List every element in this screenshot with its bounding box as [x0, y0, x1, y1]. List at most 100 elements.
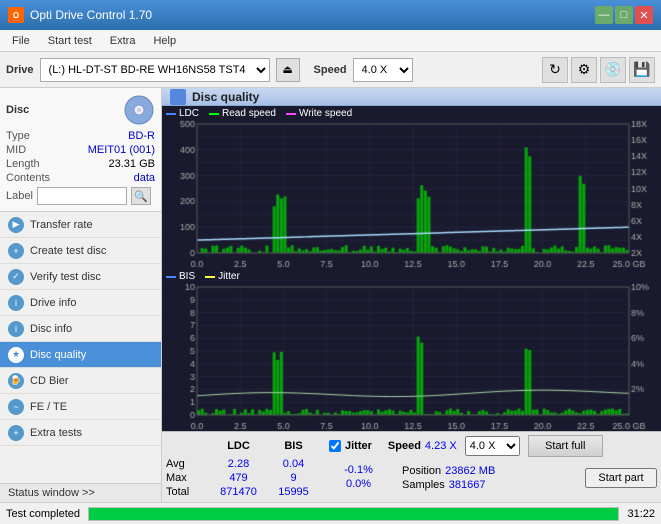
label-input[interactable] — [37, 187, 127, 205]
write-speed-legend-label: Write speed — [299, 108, 352, 119]
nav-drive-info[interactable]: i Drive info — [0, 290, 161, 316]
samples-row: Samples 381667 — [402, 478, 495, 492]
disc-info-icon: i — [8, 321, 24, 337]
menu-file[interactable]: File — [4, 33, 38, 49]
verify-test-disc-icon: ✓ — [8, 269, 24, 285]
ldc-total: 871470 — [211, 485, 266, 499]
speed-select[interactable]: 4.0 X — [353, 58, 413, 82]
ldc-legend-label: LDC — [179, 108, 199, 119]
write-speed-legend: Write speed — [286, 108, 352, 119]
status-bar: Test completed 31:22 — [0, 502, 661, 524]
nav-extra-tests[interactable]: + Extra tests — [0, 420, 161, 446]
bis-max: 9 — [266, 471, 321, 485]
menu-help[interactable]: Help — [145, 33, 184, 49]
stat-col-empty — [166, 440, 211, 452]
jitter-checkbox[interactable] — [329, 440, 341, 452]
nav-drive-info-label: Drive info — [30, 297, 76, 309]
read-speed-legend-label: Read speed — [222, 108, 276, 119]
max-row-label: Max — [166, 471, 211, 485]
speed-display: Speed 4.23 X — [388, 440, 457, 452]
ldc-legend: LDC — [166, 108, 199, 119]
save-icon[interactable]: 💾 — [629, 57, 655, 83]
type-label: Type — [6, 130, 30, 142]
disc-length-row: Length 23.31 GB — [6, 158, 155, 170]
row-labels: Avg Max Total — [166, 457, 211, 499]
jitter-label: Jitter — [345, 440, 372, 452]
minimize-button[interactable]: — — [595, 6, 613, 24]
avg-speed-value: 4.23 X — [425, 440, 457, 452]
read-speed-legend-dot — [209, 113, 219, 115]
position-value: 23862 MB — [445, 465, 495, 477]
nav-create-test-disc[interactable]: + Create test disc — [0, 238, 161, 264]
ldc-chart-canvas — [162, 106, 661, 269]
nav-disc-quality-label: Disc quality — [30, 349, 86, 361]
eject-button[interactable]: ⏏ — [276, 58, 300, 82]
nav-disc-info-label: Disc info — [30, 323, 72, 335]
stats-panel: LDC BIS Jitter Speed 4.23 X 4.0 X Start — [162, 431, 661, 502]
write-speed-legend-dot — [286, 113, 296, 115]
disc-icon[interactable]: 💿 — [600, 57, 626, 83]
status-window-button[interactable]: Status window >> — [0, 483, 161, 502]
disc-quality-icon: ★ — [8, 347, 24, 363]
title-bar: O Opti Drive Control 1.70 — □ ✕ — [0, 0, 661, 30]
nav-create-test-disc-label: Create test disc — [30, 245, 106, 257]
drive-toolbar: Drive (L:) HL-DT-ST BD-RE WH16NS58 TST4 … — [0, 52, 661, 88]
bis-header: BIS — [266, 440, 321, 452]
main-layout: Disc Type BD-R MID MEIT01 (001) Length 2… — [0, 88, 661, 502]
disc-image-icon — [123, 94, 155, 126]
label-label: Label — [6, 190, 33, 202]
bis-legend-label: BIS — [179, 271, 195, 282]
nav-transfer-rate-label: Transfer rate — [30, 219, 93, 231]
drive-info-icon: i — [8, 295, 24, 311]
start-part-button[interactable]: Start part — [585, 468, 657, 488]
bis-chart-canvas — [162, 269, 661, 431]
drive-select[interactable]: (L:) HL-DT-ST BD-RE WH16NS58 TST4 — [40, 58, 270, 82]
ldc-header: LDC — [211, 440, 266, 452]
samples-value: 381667 — [449, 479, 486, 491]
app-title: Opti Drive Control 1.70 — [30, 8, 152, 22]
type-value: BD-R — [128, 130, 155, 142]
nav-verify-test-disc-label: Verify test disc — [30, 271, 101, 283]
position-row: Position 23862 MB — [402, 464, 495, 478]
length-label: Length — [6, 158, 40, 170]
settings-icon[interactable]: ⚙ — [571, 57, 597, 83]
nav-transfer-rate[interactable]: ▶ Transfer rate — [0, 212, 161, 238]
menu-bar: File Start test Extra Help — [0, 30, 661, 52]
nav-disc-quality[interactable]: ★ Disc quality — [0, 342, 161, 368]
contents-label: Contents — [6, 172, 50, 184]
refresh-icon[interactable]: ↻ — [542, 57, 568, 83]
charts-area: LDC Read speed Write speed — [162, 106, 661, 431]
nav-disc-info[interactable]: i Disc info — [0, 316, 161, 342]
jitter-avg: -0.1% — [331, 463, 386, 477]
bis-total: 15995 — [266, 485, 321, 499]
content-wrapper: Disc quality LDC Read speed — [162, 88, 661, 502]
sidebar: Disc Type BD-R MID MEIT01 (001) Length 2… — [0, 88, 162, 502]
disc-header: Disc — [6, 94, 155, 126]
title-bar-left: O Opti Drive Control 1.70 — [8, 7, 152, 23]
start-full-button[interactable]: Start full — [528, 435, 603, 457]
toolbar-icons: ↻ ⚙ 💿 💾 — [542, 57, 655, 83]
jitter-check-area: Jitter — [329, 440, 372, 452]
menu-extra[interactable]: Extra — [102, 33, 144, 49]
label-icon-button[interactable]: 🔍 — [131, 187, 151, 205]
disc-label-row: Label 🔍 — [6, 187, 155, 205]
chart1-legend: LDC Read speed Write speed — [166, 108, 352, 119]
nav-cd-bier[interactable]: 🍺 CD Bier — [0, 368, 161, 394]
nav-verify-test-disc[interactable]: ✓ Verify test disc — [0, 264, 161, 290]
disc-type-row: Type BD-R — [6, 130, 155, 142]
nav-fe-te[interactable]: ~ FE / TE — [0, 394, 161, 420]
nav-fe-te-label: FE / TE — [30, 401, 67, 413]
jitter-legend-label: Jitter — [218, 271, 240, 282]
chart2-legend: BIS Jitter — [166, 271, 240, 282]
disc-contents-row: Contents data — [6, 172, 155, 184]
app-icon: O — [8, 7, 24, 23]
elapsed-time: 31:22 — [627, 508, 655, 520]
speed-dropdown[interactable]: 4.0 X — [465, 436, 520, 456]
menu-start-test[interactable]: Start test — [40, 33, 100, 49]
length-value: 23.31 GB — [109, 158, 155, 170]
jitter-legend-dot — [205, 276, 215, 278]
close-button[interactable]: ✕ — [635, 6, 653, 24]
extra-tests-icon: + — [8, 425, 24, 441]
progress-bar — [88, 507, 619, 521]
maximize-button[interactable]: □ — [615, 6, 633, 24]
